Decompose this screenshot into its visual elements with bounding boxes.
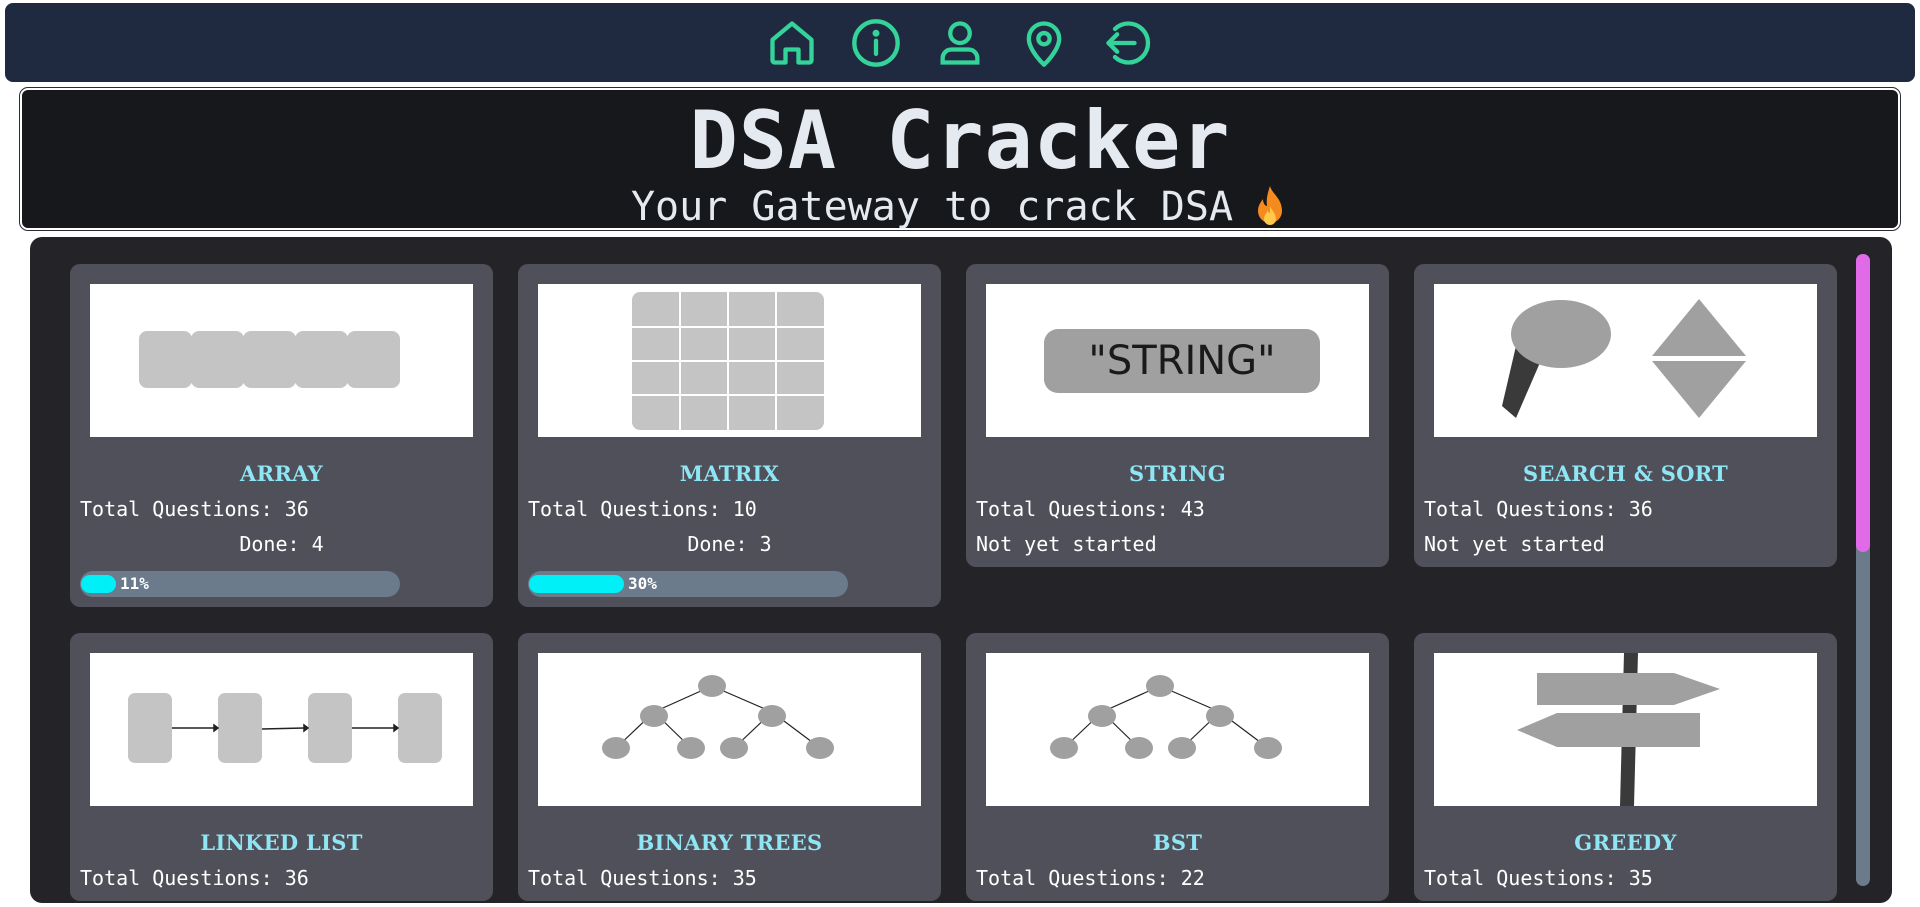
card-title: LINKED LIST (200, 830, 363, 855)
bst-thumbnail (986, 653, 1369, 806)
location-pin-icon[interactable] (1017, 16, 1071, 70)
topic-card-binary-trees[interactable]: BINARY TREES Total Questions: 35 (518, 633, 941, 901)
info-icon[interactable] (849, 16, 903, 70)
scrollbar-thumb[interactable] (1856, 254, 1870, 552)
total-questions: Total Questions: 36 (80, 866, 309, 890)
card-title: GREEDY (1574, 830, 1677, 855)
search-sort-thumbnail (1434, 284, 1817, 437)
page-title: DSA Cracker (689, 94, 1231, 187)
greedy-thumbnail (1434, 653, 1817, 806)
total-questions: Total Questions: 10 (528, 497, 757, 521)
progress-label: 11% (120, 574, 149, 593)
topic-card-linked-list[interactable]: LINKED LIST Total Questions: 36 (70, 633, 493, 901)
home-icon[interactable] (765, 16, 819, 70)
scrollbar[interactable] (1856, 254, 1870, 886)
card-title: BST (1152, 830, 1203, 855)
topic-card-search-sort[interactable]: SEARCH & SORT Total Questions: 36 Not ye… (1414, 264, 1837, 567)
status-text: Not yet started (1424, 532, 1605, 556)
topic-card-matrix[interactable]: MATRIX Total Questions: 10 Done: 3 30% (518, 264, 941, 607)
progress-bar: 30% (528, 571, 848, 597)
total-questions: Total Questions: 35 (1424, 866, 1653, 890)
topics-grid: ARRAY Total Questions: 36 Done: 4 11% MA… (70, 264, 1840, 901)
string-thumb-text: "STRING" (1088, 338, 1275, 384)
progress-fill (81, 575, 116, 593)
user-icon[interactable] (933, 16, 987, 70)
linked-list-thumbnail (90, 653, 473, 806)
progress-bar: 11% (80, 571, 400, 597)
topic-card-greedy[interactable]: GREEDY Total Questions: 35 (1414, 633, 1837, 901)
array-thumbnail (90, 284, 473, 437)
done-count: Done: 3 (687, 532, 772, 556)
total-questions: Total Questions: 22 (976, 866, 1205, 890)
total-questions: Total Questions: 36 (1424, 497, 1653, 521)
card-title: STRING (1129, 461, 1226, 486)
progress-fill (529, 575, 624, 593)
total-questions: Total Questions: 43 (976, 497, 1205, 521)
topics-panel: ARRAY Total Questions: 36 Done: 4 11% MA… (30, 237, 1892, 903)
card-title: MATRIX (679, 461, 780, 486)
string-thumbnail: "STRING" (986, 284, 1369, 437)
navbar (5, 3, 1915, 82)
card-title: BINARY TREES (636, 830, 823, 855)
total-questions: Total Questions: 36 (80, 497, 309, 521)
matrix-thumbnail (538, 284, 921, 437)
fire-icon (1251, 184, 1289, 230)
status-text: Not yet started (976, 532, 1157, 556)
card-title: ARRAY (240, 461, 323, 486)
binary-tree-thumbnail (538, 653, 921, 806)
topic-card-string[interactable]: "STRING" STRING Total Questions: 43 Not … (966, 264, 1389, 567)
page-subtitle: Your Gateway to crack DSA (22, 184, 1898, 230)
progress-label: 30% (628, 574, 657, 593)
card-title: SEARCH & SORT (1522, 461, 1729, 486)
hero-header: DSA Cracker Your Gateway to crack DSA (19, 87, 1901, 231)
topic-card-bst[interactable]: BST Total Questions: 22 (966, 633, 1389, 901)
subtitle-text: Your Gateway to crack DSA (630, 184, 1234, 230)
logout-icon[interactable] (1101, 16, 1155, 70)
topic-card-array[interactable]: ARRAY Total Questions: 36 Done: 4 11% (70, 264, 493, 607)
done-count: Done: 4 (239, 532, 324, 556)
total-questions: Total Questions: 35 (528, 866, 757, 890)
